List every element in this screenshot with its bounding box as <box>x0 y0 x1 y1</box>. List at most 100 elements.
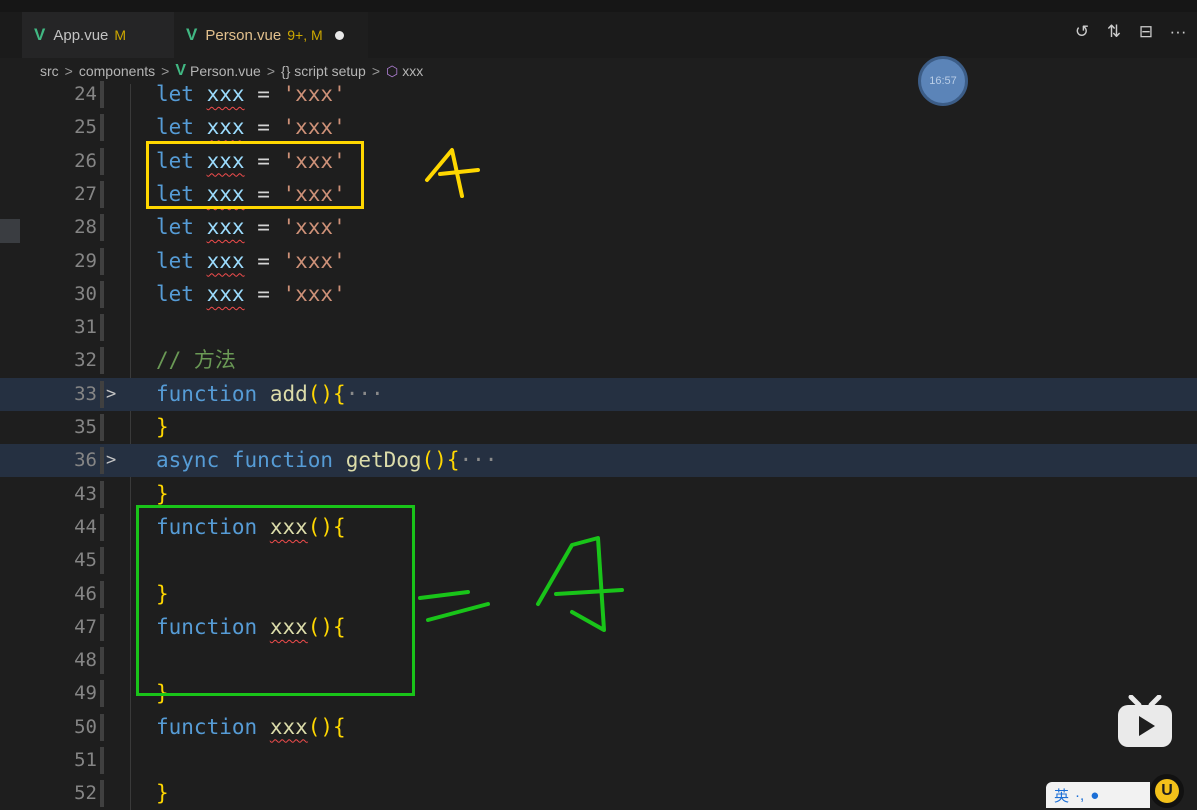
git-gutter-mark <box>100 647 104 675</box>
code-line[interactable]: 29 let xxx = 'xxx' <box>0 245 1197 278</box>
code-text: let xxx = 'xxx' <box>156 111 346 144</box>
code-comment: // 方法 <box>156 348 236 373</box>
breadcrumb-item-symbol[interactable]: xxx <box>402 63 423 79</box>
line-number: 24 <box>74 83 97 105</box>
git-gutter-mark <box>100 214 104 242</box>
code-line[interactable]: 32 // 方法 <box>0 344 1197 377</box>
line-number: 52 <box>74 782 97 805</box>
brace: (){ <box>307 381 346 406</box>
breadcrumb-item-file[interactable]: Person.vue <box>190 63 261 79</box>
identifier: xxx <box>206 248 245 273</box>
closing-brace: } <box>156 481 169 506</box>
keyword-async: async <box>156 448 220 473</box>
editor-actions: ↺ ⇅ ⊟ ··· <box>1071 22 1189 42</box>
tab-app-vue[interactable]: V App.vue M <box>22 12 174 58</box>
line-number: 48 <box>74 649 97 672</box>
ime-indicator[interactable]: 英 ·, ● <box>1046 782 1150 808</box>
code-text: let xxx = 'xxx' <box>156 278 346 311</box>
git-gutter-mark <box>100 114 104 142</box>
keyword-function: function <box>231 448 334 473</box>
keyword-let: let <box>156 281 194 306</box>
identifier: xxx <box>206 115 245 140</box>
string-literal: 'xxx' <box>282 82 346 106</box>
tab-person-vue[interactable]: V Person.vue 9+, M <box>174 12 368 58</box>
code-line[interactable]: 30 let xxx = 'xxx' <box>0 278 1197 311</box>
line-number: 45 <box>74 549 97 572</box>
tab-problems-badge: 9+, M <box>287 27 323 43</box>
code-text: function xxx(){ <box>156 711 346 744</box>
git-gutter-mark <box>100 480 104 508</box>
git-gutter-mark <box>100 314 104 342</box>
operator: = <box>257 82 270 106</box>
history-icon[interactable]: ↺ <box>1071 22 1093 42</box>
breadcrumb-item-script-setup[interactable]: {} script setup <box>281 63 366 79</box>
git-gutter-mark <box>100 613 104 641</box>
operator: = <box>257 281 270 306</box>
editor-tab-bar: V App.vue M V Person.vue 9+, M ↺ ⇅ ⊟ ··· <box>0 12 1197 58</box>
line-number: 46 <box>74 582 97 605</box>
code-line[interactable]: 52} <box>0 777 1197 810</box>
vue-file-icon: V <box>34 25 46 44</box>
code-line[interactable]: 33 > function add(){··· <box>0 377 1197 411</box>
code-line[interactable]: 24 let xxx = 'xxx' <box>0 78 1197 111</box>
closing-brace: } <box>156 781 169 806</box>
line-number: 36 <box>74 449 97 472</box>
fold-chevron-icon[interactable]: > <box>106 378 116 411</box>
tab-label: App.vue <box>53 26 109 44</box>
identifier: xxx <box>206 215 245 240</box>
breadcrumb-item-src[interactable]: src <box>40 63 59 79</box>
line-number: 35 <box>74 416 97 438</box>
git-gutter-mark <box>100 680 104 708</box>
tab-label: Person.vue <box>205 26 282 44</box>
git-gutter-mark <box>100 780 104 808</box>
fold-chevron-icon[interactable]: > <box>106 444 116 477</box>
git-gutter-mark <box>100 380 104 408</box>
code-line[interactable]: 25 let xxx = 'xxx' <box>0 111 1197 144</box>
git-gutter-mark <box>100 447 104 475</box>
git-gutter-mark <box>100 147 104 175</box>
git-gutter-mark <box>100 247 104 275</box>
code-line[interactable]: 51 <box>0 744 1197 777</box>
code-text: let xxx = 'xxx' <box>156 78 346 111</box>
title-strip <box>0 0 1197 12</box>
code-text: function add(){··· <box>156 378 384 411</box>
code-line[interactable]: 36 > async function getDog(){··· <box>0 444 1197 478</box>
keyword-let: let <box>156 115 194 140</box>
code-line[interactable]: 50 function xxx(){ <box>0 711 1197 744</box>
git-gutter-mark <box>100 580 104 608</box>
ime-badge-icon[interactable]: U <box>1150 774 1184 808</box>
compare-changes-icon[interactable]: ⇅ <box>1103 22 1125 42</box>
function-name: add <box>269 381 308 406</box>
string-literal: 'xxx' <box>282 215 346 240</box>
split-editor-icon[interactable]: ⊟ <box>1135 22 1157 42</box>
string-literal: 'xxx' <box>282 115 346 140</box>
identifier: xxx <box>206 82 245 106</box>
bilibili-logo-icon <box>1118 695 1172 747</box>
ime-user-icon: ● <box>1090 786 1100 804</box>
code-text: async function getDog(){··· <box>156 444 497 477</box>
fold-ellipsis: ··· <box>345 381 384 406</box>
code-text: } <box>156 777 169 810</box>
git-gutter-mark <box>100 747 104 774</box>
function-name: getDog <box>345 448 422 473</box>
more-actions-icon[interactable]: ··· <box>1167 22 1189 42</box>
line-number: 25 <box>74 116 97 139</box>
keyword-let: let <box>156 248 194 273</box>
code-line[interactable]: 28 let xxx = 'xxx' <box>0 211 1197 244</box>
line-number: 26 <box>74 149 97 172</box>
code-text: // 方法 <box>156 344 236 377</box>
unsaved-dot-icon[interactable] <box>334 30 344 40</box>
line-number: 47 <box>74 615 97 638</box>
line-number: 32 <box>74 349 97 372</box>
breadcrumb-item-components[interactable]: components <box>79 63 155 79</box>
code-line[interactable]: 35} <box>0 411 1197 444</box>
code-line[interactable]: 31 <box>0 311 1197 344</box>
breadcrumb-separator: > <box>64 63 73 79</box>
breadcrumb-separator: > <box>371 63 381 79</box>
line-number: 43 <box>74 482 97 505</box>
line-number: 51 <box>74 749 97 771</box>
activity-indicator <box>0 219 20 243</box>
line-number: 31 <box>74 316 97 339</box>
line-number: 29 <box>74 249 97 272</box>
git-gutter-mark <box>100 81 104 108</box>
